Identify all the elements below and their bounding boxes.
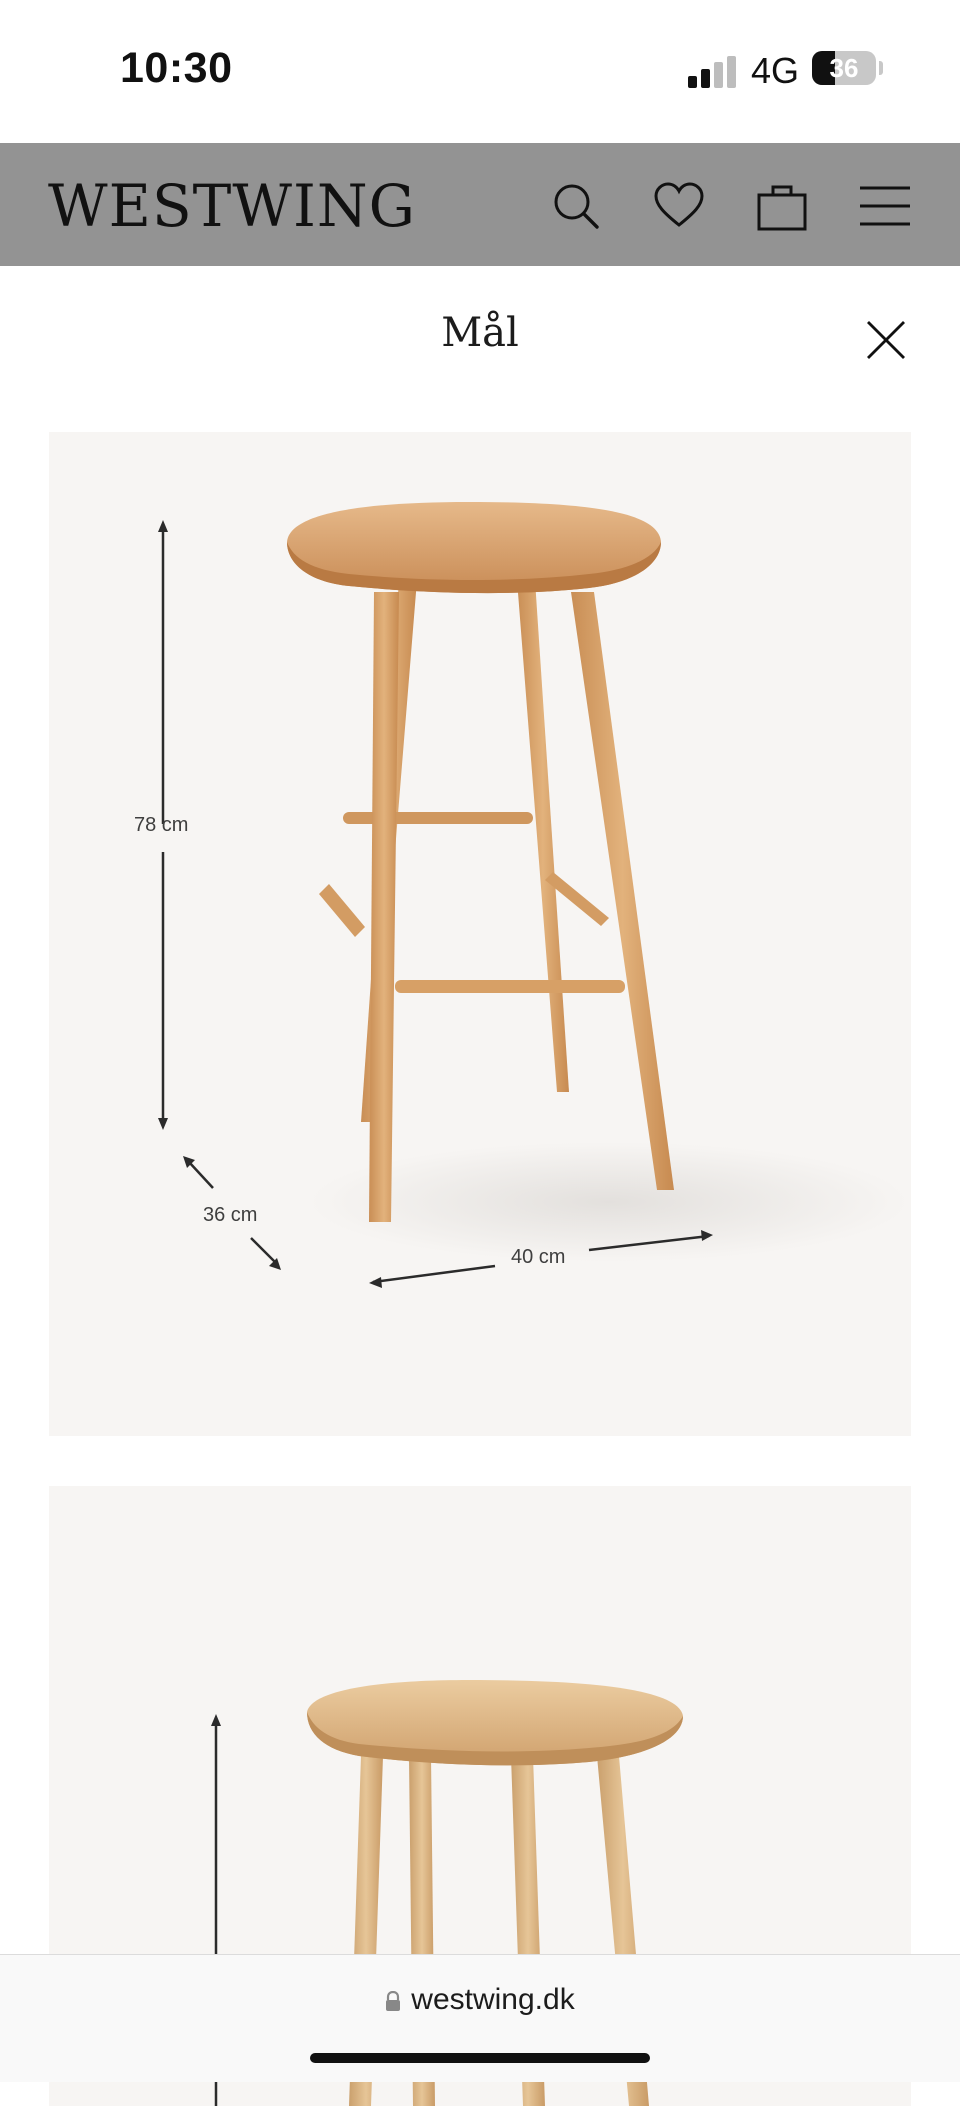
width-dimension-label: 40 cm: [511, 1246, 566, 1268]
battery-percent: 36: [829, 53, 859, 83]
depth-dimension-label: 36 cm: [203, 1204, 258, 1226]
signal-icon: [688, 56, 736, 88]
westwing-logo[interactable]: WESTWING: [48, 173, 416, 239]
search-icon[interactable]: [551, 181, 601, 231]
bag-icon[interactable]: [757, 181, 807, 231]
lock-icon: [386, 1991, 401, 2011]
site-header: WESTWING: [0, 143, 960, 266]
bar-stool-illustration: [158, 502, 909, 1288]
url-display[interactable]: westwing.dk: [0, 1983, 960, 2017]
battery-icon: 36: [812, 51, 876, 85]
menu-icon[interactable]: [860, 181, 910, 231]
home-indicator[interactable]: [310, 2053, 650, 2063]
status-bar: 10:30 4G 36: [0, 0, 960, 143]
close-icon[interactable]: [862, 316, 910, 364]
status-time: 10:30: [120, 44, 233, 92]
dimension-image-1: 78 cm 36 cm 40 cm: [49, 432, 911, 1436]
heart-icon[interactable]: [654, 181, 704, 231]
url-text: westwing.dk: [411, 1983, 575, 2016]
height-dimension-label: 78 cm: [134, 814, 189, 836]
modal-title: Mål: [441, 310, 519, 356]
browser-address-bar: westwing.dk: [0, 1954, 960, 2082]
battery-tip: [879, 61, 883, 75]
network-type: 4G: [751, 50, 800, 91]
dimensions-modal-header: Mål: [0, 266, 960, 406]
